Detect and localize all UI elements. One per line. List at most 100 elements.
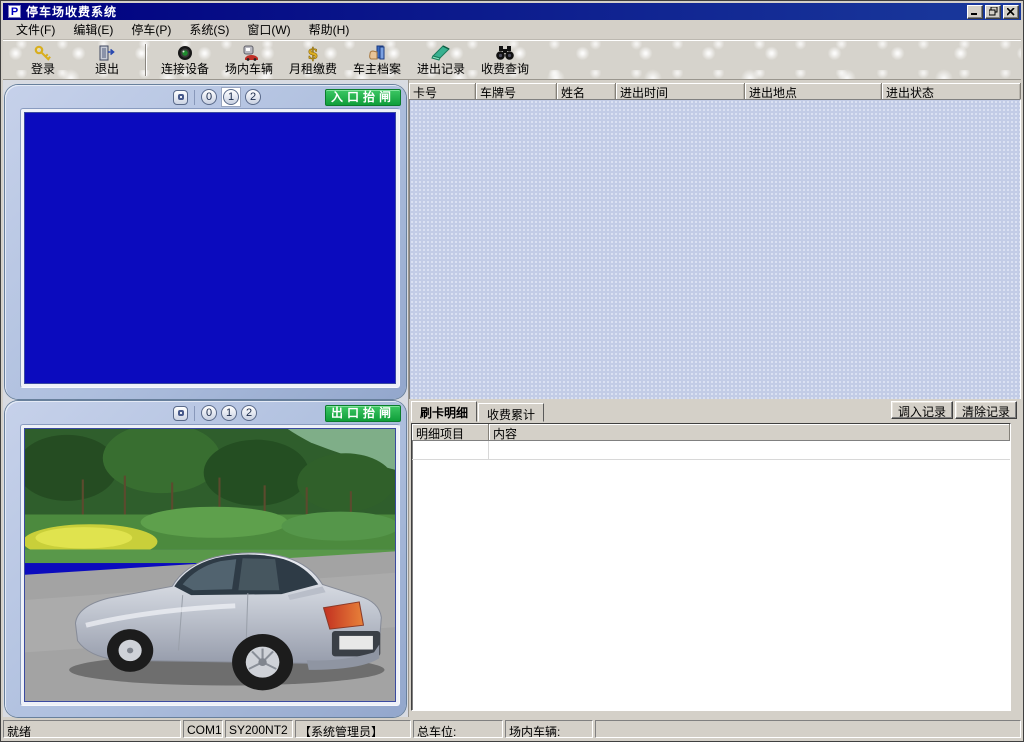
- detail-table: 明细项目 内容: [411, 423, 1011, 711]
- detail-row-cell: [412, 441, 489, 459]
- fee-query-label: 收费查询: [481, 63, 529, 76]
- close-button[interactable]: [1003, 5, 1019, 19]
- records-table-header: 卡号 车牌号 姓名 进出时间 进出地点 进出状态: [409, 83, 1021, 99]
- svg-text:$: $: [307, 45, 318, 62]
- window-title: 停车场收费系统: [26, 3, 965, 20]
- binoculars-icon: [495, 44, 515, 62]
- detail-tabbar: 刷卡明细 收费累计: [411, 401, 891, 422]
- inout-records-label: 进出记录: [417, 63, 465, 76]
- menu-help[interactable]: 帮助(H): [300, 19, 359, 40]
- camera-lens-icon: [176, 44, 194, 62]
- menu-window[interactable]: 窗口(W): [238, 19, 299, 40]
- exit-camera-1-button[interactable]: 1: [221, 405, 237, 421]
- toolbar: 登录 退出 连接设备 场内车辆 $ 月租缴费: [3, 40, 1021, 80]
- detail-empty-row: [412, 441, 1010, 460]
- status-device-model: SY200NT2: [225, 720, 293, 738]
- col-card-number[interactable]: 卡号: [409, 83, 476, 99]
- status-total-spaces: 总车位:: [413, 720, 503, 738]
- exit-camera-2-button[interactable]: 2: [241, 405, 257, 421]
- entry-camera-panel: 0 1 2 入口抬闸: [5, 85, 406, 399]
- logout-button[interactable]: 退出: [75, 41, 139, 79]
- stop-square-icon: [178, 94, 184, 100]
- login-button[interactable]: 登录: [11, 41, 75, 79]
- entry-camera-2-button[interactable]: 2: [245, 89, 261, 105]
- exit-camera-panel: 0 1 2 出口抬闸: [5, 401, 406, 717]
- login-label: 登录: [31, 63, 55, 76]
- menu-edit[interactable]: 编辑(E): [64, 19, 122, 40]
- exit-stop-button[interactable]: [173, 406, 188, 421]
- detail-table-header: 明细项目 内容: [412, 424, 1010, 441]
- exit-video-feed: [24, 428, 396, 702]
- entry-panel-header: 0 1 2 入口抬闸: [5, 87, 406, 107]
- entry-gate-open-button[interactable]: 入口抬闸: [325, 89, 401, 106]
- status-bar: 就绪 COM1 SY200NT2 【系统管理员】 总车位: 场内车辆:: [3, 717, 1021, 739]
- status-spare: [595, 720, 1021, 738]
- toolbar-separator: [145, 44, 147, 76]
- col-plate-number[interactable]: 车牌号: [476, 83, 557, 99]
- menu-bar: 文件(F) 编辑(E) 停车(P) 系统(S) 窗口(W) 帮助(H): [3, 20, 1021, 40]
- owner-files-icon: [368, 44, 386, 62]
- owner-files-button[interactable]: 车主档案: [345, 41, 409, 79]
- restore-button[interactable]: [985, 5, 1001, 19]
- connect-device-button[interactable]: 连接设备: [153, 41, 217, 79]
- exit-video-frame: [20, 424, 400, 706]
- key-icon: [34, 44, 52, 62]
- inout-records-button[interactable]: 进出记录: [409, 41, 473, 79]
- exit-camera-0-button[interactable]: 0: [201, 405, 217, 421]
- col-inout-place[interactable]: 进出地点: [745, 83, 882, 99]
- stop-square-icon: [178, 410, 184, 416]
- status-lot-vehicles: 场内车辆:: [505, 720, 593, 738]
- status-ready: 就绪: [3, 720, 181, 738]
- entry-stop-button[interactable]: [173, 90, 188, 105]
- close-icon: [1007, 8, 1015, 16]
- logout-label: 退出: [95, 63, 119, 76]
- records-column: 卡号 车牌号 姓名 进出时间 进出地点 进出状态 刷卡明细 收费累计 调入记录 …: [408, 80, 1021, 717]
- col-inout-time[interactable]: 进出时间: [616, 83, 745, 99]
- fee-query-button[interactable]: 收费查询: [473, 41, 537, 79]
- camera-button-separator: [194, 90, 195, 105]
- minimize-button[interactable]: [967, 5, 983, 19]
- menu-system[interactable]: 系统(S): [180, 19, 238, 40]
- load-records-button[interactable]: 调入记录: [891, 401, 953, 419]
- monthly-fee-label: 月租缴费: [289, 63, 337, 76]
- connect-device-label: 连接设备: [161, 63, 209, 76]
- col-inout-status[interactable]: 进出状态: [882, 83, 1021, 99]
- lot-vehicles-button[interactable]: 场内车辆: [217, 41, 281, 79]
- entry-video-frame: [20, 108, 400, 388]
- menu-file[interactable]: 文件(F): [7, 19, 64, 40]
- exit-door-icon: [98, 44, 116, 62]
- app-window: P 停车场收费系统 文件(F) 编辑(E) 停车(P) 系统(S) 窗口(W) …: [0, 0, 1024, 742]
- exit-gate-open-button[interactable]: 出口抬闸: [325, 405, 401, 422]
- camera-column: 0 1 2 入口抬闸: [3, 80, 408, 717]
- status-com-port: COM1: [183, 720, 223, 738]
- title-bar[interactable]: P 停车场收费系统: [3, 3, 1021, 20]
- camera-button-separator: [194, 406, 195, 421]
- entry-video-feed: [24, 112, 396, 384]
- menu-parking[interactable]: 停车(P): [122, 19, 180, 40]
- entry-camera-1-button[interactable]: 1: [223, 89, 239, 105]
- detail-section: 刷卡明细 收费累计 调入记录 清除记录 明细项目 内容: [409, 399, 1021, 717]
- restore-icon: [989, 7, 998, 16]
- monthly-fee-button[interactable]: $ 月租缴费: [281, 41, 345, 79]
- minimize-icon: [971, 8, 979, 15]
- main-area: 0 1 2 入口抬闸: [3, 80, 1021, 717]
- detail-buttons: 调入记录 清除记录: [891, 401, 1017, 419]
- col-detail-content[interactable]: 内容: [489, 424, 1010, 440]
- tab-fee-total[interactable]: 收费累计: [478, 403, 544, 422]
- app-icon: P: [8, 5, 21, 18]
- status-operator: 【系统管理员】: [295, 720, 411, 738]
- lot-vehicles-label: 场内车辆: [225, 63, 273, 76]
- clear-records-button[interactable]: 清除记录: [955, 401, 1017, 419]
- exit-panel-header: 0 1 2 出口抬闸: [5, 403, 406, 423]
- brush-record-icon: [431, 44, 451, 62]
- records-table-body: [409, 99, 1021, 399]
- dollar-icon: $: [306, 44, 320, 62]
- entry-camera-1-selected: 1: [221, 87, 241, 107]
- entry-camera-0-button[interactable]: 0: [201, 89, 217, 105]
- car-photo: [25, 429, 395, 701]
- tab-swipe-detail[interactable]: 刷卡明细: [411, 401, 477, 422]
- owner-files-label: 车主档案: [353, 63, 401, 76]
- col-name[interactable]: 姓名: [557, 83, 616, 99]
- col-detail-item[interactable]: 明细项目: [412, 424, 489, 440]
- attendant-car-icon: [239, 44, 259, 62]
